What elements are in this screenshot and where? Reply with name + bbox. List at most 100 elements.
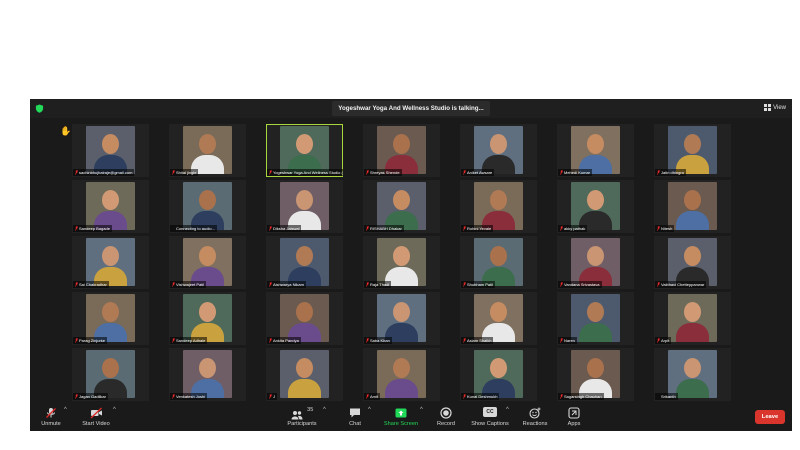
participant-tile[interactable]: sachinbhujbalraje@gmail.com	[72, 124, 149, 177]
participant-head	[102, 190, 119, 210]
participant-head	[684, 190, 701, 210]
participant-video	[280, 350, 329, 398]
reactions-button[interactable]: Reactions	[519, 405, 551, 429]
participant-name: Mehedi Kumar	[558, 169, 593, 176]
muted-mic-icon	[463, 282, 466, 287]
participant-tile[interactable]: Venkatesh Joshi	[169, 348, 246, 401]
participant-tile[interactable]: Sandeep Bagade	[72, 180, 149, 233]
muted-mic-icon	[560, 282, 563, 287]
grid-view-icon	[764, 103, 772, 111]
participant-tile[interactable]: J	[266, 348, 343, 401]
unmute-button[interactable]: Unmute	[36, 405, 66, 429]
muted-mic-icon	[75, 394, 78, 399]
participant-tile[interactable]: Aniket Awsare	[460, 124, 537, 177]
participant-video	[183, 350, 232, 398]
participant-tile[interactable]: Arpit	[654, 292, 731, 345]
participant-head	[102, 246, 119, 266]
participant-head	[587, 134, 604, 154]
participant-video	[474, 126, 523, 174]
participant-tile[interactable]: Sagarsingh Chauhan	[557, 348, 634, 401]
participant-name: Arpit	[655, 337, 672, 344]
participant-tile[interactable]: Kunal Deshmukh	[460, 348, 537, 401]
participant-tile[interactable]: Jatin dhingra	[654, 124, 731, 177]
participant-tile[interactable]: Raja Thadi	[363, 236, 440, 289]
participant-head	[587, 246, 604, 266]
muted-mic-icon	[366, 282, 369, 287]
apps-icon	[568, 407, 580, 419]
participant-tile[interactable]: akky pathak	[557, 180, 634, 233]
participant-tile[interactable]: Jagan Gadilkar	[72, 348, 149, 401]
participant-tile[interactable]: Srikanth	[654, 348, 731, 401]
participant-tile[interactable]: Mehedi Kumar	[557, 124, 634, 177]
participant-name: Sandeep Bagade	[73, 225, 112, 232]
share-screen-icon	[395, 408, 407, 418]
participant-tile[interactable]: Yogeshwar Yoga And Wellness Studio (Yoga…	[266, 124, 343, 177]
chevron-up-icon[interactable]: ^	[506, 407, 509, 413]
muted-mic-icon	[172, 282, 175, 287]
participant-head	[684, 134, 701, 154]
participant-video	[474, 182, 523, 230]
participant-tile[interactable]: Shital jingle	[169, 124, 246, 177]
participant-name: Sagarsingh Chauhan	[558, 393, 604, 400]
muted-mic-icon	[366, 338, 369, 343]
participant-name: Rohini Yevale	[461, 225, 494, 232]
chat-button[interactable]: Chat	[343, 405, 367, 429]
participant-tile[interactable]: Shubham Patil	[460, 236, 537, 289]
participant-head	[490, 358, 507, 378]
participant-video	[183, 294, 232, 342]
participant-name: Sai Chakradhar	[73, 281, 109, 288]
participant-tile[interactable]: Naren	[557, 292, 634, 345]
participant-tile[interactable]: Nitesh	[654, 180, 731, 233]
participant-tile[interactable]: Parag Zinjurke	[72, 292, 149, 345]
participant-name: Shubham Patil	[461, 281, 496, 288]
participant-tile[interactable]: Amit	[363, 348, 440, 401]
apps-button[interactable]: Apps	[562, 405, 586, 429]
participants-button[interactable]: 35 Participants	[281, 405, 323, 429]
participant-video	[474, 350, 523, 398]
muted-mic-icon	[657, 338, 660, 343]
share-screen-button[interactable]: Share Screen	[382, 405, 420, 429]
record-button[interactable]: Record	[432, 405, 460, 429]
muted-mic-icon	[657, 170, 660, 175]
participant-tile[interactable]: Shreyas Shende	[363, 124, 440, 177]
participant-name: sachinbhujbalraje@gmail.com	[73, 169, 135, 176]
participant-name: Naren	[558, 337, 577, 344]
participant-tile[interactable]: Vishwajeet Patil	[169, 236, 246, 289]
participant-head	[393, 302, 410, 322]
record-label: Record	[436, 421, 456, 427]
chevron-up-icon[interactable]: ^	[113, 407, 116, 413]
participant-tile[interactable]: Sandeep Adhale	[169, 292, 246, 345]
participant-body	[288, 379, 321, 398]
chevron-up-icon[interactable]: ^	[323, 407, 326, 413]
participant-name: Diksha Jaiswal	[267, 225, 302, 232]
participants-count: 35	[307, 407, 314, 413]
muted-mic-icon	[172, 170, 175, 175]
participant-name: Srikanth	[655, 393, 678, 400]
participant-tile[interactable]: Ankita Pandya	[266, 292, 343, 345]
participant-head	[102, 302, 119, 322]
chevron-up-icon[interactable]: ^	[64, 407, 67, 413]
start-video-button[interactable]: Start Video	[78, 405, 114, 429]
participant-tile[interactable]: Connecting to audio...	[169, 180, 246, 233]
participant-tile[interactable]: Vandana Srivastava	[557, 236, 634, 289]
shield-icon[interactable]	[35, 104, 44, 113]
participant-body	[385, 379, 418, 398]
participant-video	[668, 350, 717, 398]
participant-tile[interactable]: Diksha Jaiswal	[266, 180, 343, 233]
participant-name: J	[267, 393, 277, 400]
participant-tile[interactable]: Sai Chakradhar	[72, 236, 149, 289]
participant-tile[interactable]: Vaibhavi Chetteppanwar	[654, 236, 731, 289]
participant-video	[377, 294, 426, 342]
participant-body	[676, 379, 709, 398]
participant-name: Saba Khan	[364, 337, 392, 344]
participant-tile[interactable]: RISHABH Dhakar	[363, 180, 440, 233]
participant-tile[interactable]: Aishwarya Nikam	[266, 236, 343, 289]
chevron-up-icon[interactable]: ^	[420, 407, 423, 413]
view-button[interactable]: View	[764, 103, 786, 114]
participant-tile[interactable]: Saba Khan	[363, 292, 440, 345]
chevron-up-icon[interactable]: ^	[368, 407, 371, 413]
leave-button[interactable]: Leave	[755, 410, 785, 424]
participant-tile[interactable]: Aslam Shaikh	[460, 292, 537, 345]
participant-tile[interactable]: Rohini Yevale	[460, 180, 537, 233]
participant-name: Vishwajeet Patil	[170, 281, 207, 288]
